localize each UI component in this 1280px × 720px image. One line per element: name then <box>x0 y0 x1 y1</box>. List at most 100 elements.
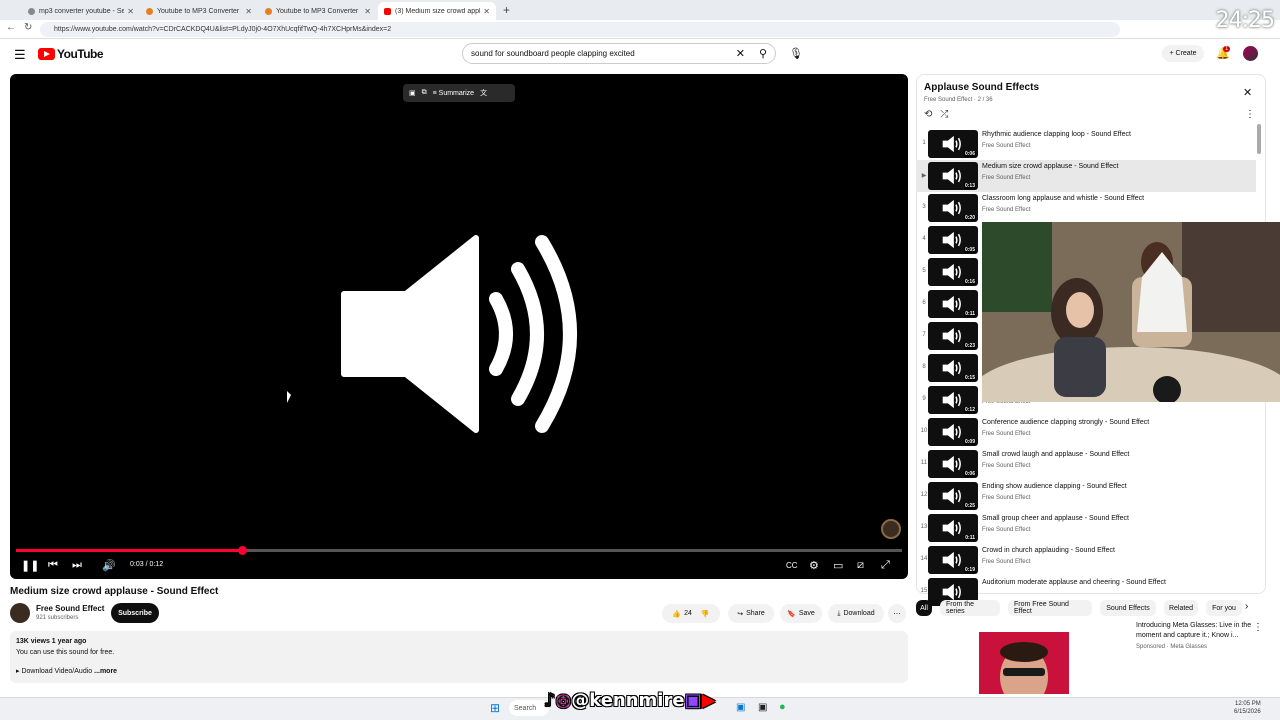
subscribe-button[interactable]: Subscribe <box>111 603 159 623</box>
filter-chip[interactable]: For you <box>1206 600 1242 616</box>
miniplayer-icon[interactable]: ▣ <box>409 89 416 97</box>
playlist-item[interactable]: 3 0:20 Classroom long applause and whistle… <box>916 192 1256 224</box>
search-icon[interactable]: ⚲ <box>759 47 767 60</box>
app-icon[interactable]: ▣ <box>736 702 745 713</box>
playlist-item-thumbnail[interactable]: 0:06 <box>928 130 978 158</box>
fullscreen-icon[interactable]: ⤢ <box>881 559 890 572</box>
progress-knob[interactable] <box>237 546 247 555</box>
playlist-item[interactable]: 14 0:19 Crowd in church applauding - Sound… <box>916 544 1256 576</box>
close-tab-icon[interactable]: ✕ <box>245 7 252 16</box>
windows-start-icon[interactable]: ⊞ <box>490 701 500 715</box>
playlist-item-title[interactable]: Conference audience clapping strongly - … <box>982 419 1149 426</box>
playlist-item-title[interactable]: Medium size crowd applause - Sound Effec… <box>982 163 1118 170</box>
new-tab-icon[interactable]: + <box>503 3 510 17</box>
create-button[interactable]: + Create <box>1162 45 1204 62</box>
channel-watermark[interactable] <box>881 519 901 539</box>
settings-icon[interactable]: ⚙ <box>809 559 819 572</box>
filter-chip[interactable]: From Free Sound Effect <box>1008 600 1092 616</box>
summarize-button[interactable]: ≡ Summarize <box>433 90 474 97</box>
playlist-item-title[interactable]: Ending show audience clapping - Sound Ef… <box>982 483 1127 490</box>
mic-icon[interactable]: 🎙 <box>789 47 803 60</box>
playlist-item-title[interactable]: Crowd in church applauding - Sound Effec… <box>982 547 1115 554</box>
taskbar-search[interactable]: Search <box>509 700 549 716</box>
browser-tab-3[interactable]: Youtube to MP3 Converter ✕ <box>259 2 377 20</box>
playlist-item-thumbnail[interactable]: 0:13 <box>928 162 978 190</box>
browser-tab-1[interactable]: mp3 converter youtube - Search✕ <box>22 2 140 20</box>
pip-icon[interactable]: ⧉ <box>422 89 427 97</box>
playlist-item-title[interactable]: Auditorium moderate applause and cheerin… <box>982 579 1166 586</box>
more-link[interactable]: ...more <box>94 668 117 675</box>
share-button[interactable]: ↪ Share <box>728 604 774 623</box>
youtube-logo[interactable]: YouTube <box>38 47 104 61</box>
terminal-icon[interactable]: ▣ <box>758 702 767 713</box>
playlist-item-thumbnail[interactable]: 0:25 <box>928 482 978 510</box>
playlist-item[interactable]: 11 0:06 Small crowd laugh and applause - S… <box>916 448 1256 480</box>
download-button[interactable]: ⤓ Download <box>828 604 884 623</box>
captions-icon[interactable]: CC <box>786 561 798 570</box>
shuffle-icon[interactable]: ⤮ <box>940 109 948 120</box>
playlist-scrollbar[interactable] <box>1257 124 1261 154</box>
system-clock[interactable]: 12:05 PM 6/15/2026 <box>1234 700 1261 716</box>
theater-icon[interactable]: ▭ <box>833 559 843 572</box>
close-tab-icon[interactable]: ✕ <box>127 7 134 16</box>
ad-title[interactable]: Introducing Meta Glasses: Live in the mo… <box>1136 621 1254 641</box>
dislike-icon[interactable]: 👎 <box>701 610 710 618</box>
close-tab-icon[interactable]: ✕ <box>364 7 371 16</box>
playlist-item[interactable]: 1 0:06 Rhythmic audience clapping loop - S… <box>916 128 1256 160</box>
filter-chip[interactable]: From the series <box>940 600 1000 616</box>
more-actions-icon[interactable]: ⋯ <box>888 604 906 623</box>
filter-chip[interactable]: Sound Effects <box>1100 600 1156 616</box>
playlist-item[interactable]: 10 0:09 Conference audience clapping stron… <box>916 416 1256 448</box>
playlist-item-thumbnail[interactable]: 0:09 <box>928 418 978 446</box>
playlist-item-thumbnail[interactable]: 0:19 <box>928 546 978 574</box>
save-button[interactable]: 🔖 Save <box>780 604 822 623</box>
playlist-item-thumbnail[interactable]: 0:11 <box>928 290 978 318</box>
playlist-title[interactable]: Applause Sound Effects <box>924 82 1039 93</box>
description-box[interactable]: 13K views 1 year ago You can use this so… <box>10 631 908 683</box>
browser-tab-2[interactable]: Youtube to MP3 Converter ✕ <box>140 2 258 20</box>
clear-icon[interactable]: ✕ <box>736 47 745 60</box>
url-field[interactable]: https://www.youtube.com/watch?v=CDrCACKD… <box>40 22 1120 37</box>
search-input[interactable]: sound for soundboard people clapping exc… <box>462 43 776 64</box>
playlist-item-thumbnail[interactable]: 0:11 <box>928 514 978 542</box>
playlist-item-title[interactable]: Small crowd laugh and applause - Sound E… <box>982 451 1129 458</box>
close-icon[interactable]: ✕ <box>1243 86 1252 99</box>
playlist-item-thumbnail[interactable]: 0:20 <box>928 194 978 222</box>
playlist-item[interactable]: 13 0:11 Small group cheer and applause - S… <box>916 512 1256 544</box>
playlist-menu-icon[interactable]: ⋮ <box>1245 109 1255 120</box>
playlist-item-thumbnail[interactable]: 0:05 <box>928 226 978 254</box>
channel-name[interactable]: Free Sound Effect <box>36 604 104 613</box>
ad-menu-icon[interactable]: ⋮ <box>1253 622 1263 633</box>
translate-icon[interactable]: 文 <box>480 88 487 98</box>
playlist-item-title[interactable]: Small group cheer and applause - Sound E… <box>982 515 1129 522</box>
playlist-item-title[interactable]: Classroom long applause and whistle - So… <box>982 195 1144 202</box>
playlist-item-thumbnail[interactable]: 0:15 <box>928 354 978 382</box>
reload-icon[interactable]: ↻ <box>24 22 32 33</box>
playlist-item-thumbnail[interactable]: 0:06 <box>928 450 978 478</box>
spotify-icon[interactable]: ● <box>779 701 786 713</box>
filter-chip[interactable]: All <box>916 600 932 616</box>
playlist-item-title[interactable]: Rhythmic audience clapping loop - Sound … <box>982 131 1131 138</box>
channel-avatar[interactable] <box>10 603 30 623</box>
playlist-item-thumbnail[interactable]: 0:12 <box>928 386 978 414</box>
previous-icon[interactable]: ⏮ <box>48 559 58 572</box>
avatar[interactable] <box>1243 46 1258 61</box>
playlist-item-thumbnail[interactable]: 0:23 <box>928 322 978 350</box>
download-link[interactable]: ▸ Download Video/Audio <box>16 668 92 675</box>
ad-thumbnail[interactable] <box>979 632 1069 694</box>
close-tab-icon[interactable]: ✕ <box>483 7 490 16</box>
filter-chip[interactable]: Related <box>1164 600 1198 616</box>
playlist-item[interactable]: 12 0:25 Ending show audience clapping - So… <box>916 480 1256 512</box>
progress-bar[interactable] <box>16 546 902 555</box>
volume-icon[interactable]: 🔊 <box>102 559 116 572</box>
loop-icon[interactable]: ⟲ <box>924 109 932 120</box>
playlist-item[interactable]: ▶ 0:13 Medium size crowd applause - Sound … <box>916 160 1256 192</box>
cast-icon[interactable]: ⧄ <box>857 559 864 572</box>
menu-icon[interactable]: ☰ <box>14 47 26 63</box>
back-icon[interactable]: ← <box>6 22 16 33</box>
browser-tab-4[interactable]: (3) Medium size crowd applau ✕ <box>378 2 496 20</box>
chevron-right-icon[interactable]: › <box>1245 601 1248 612</box>
pause-icon[interactable]: ❚❚ <box>21 559 39 572</box>
like-button[interactable]: 👍 24 👎 <box>662 604 720 623</box>
playlist-item-thumbnail[interactable]: 0:16 <box>928 258 978 286</box>
